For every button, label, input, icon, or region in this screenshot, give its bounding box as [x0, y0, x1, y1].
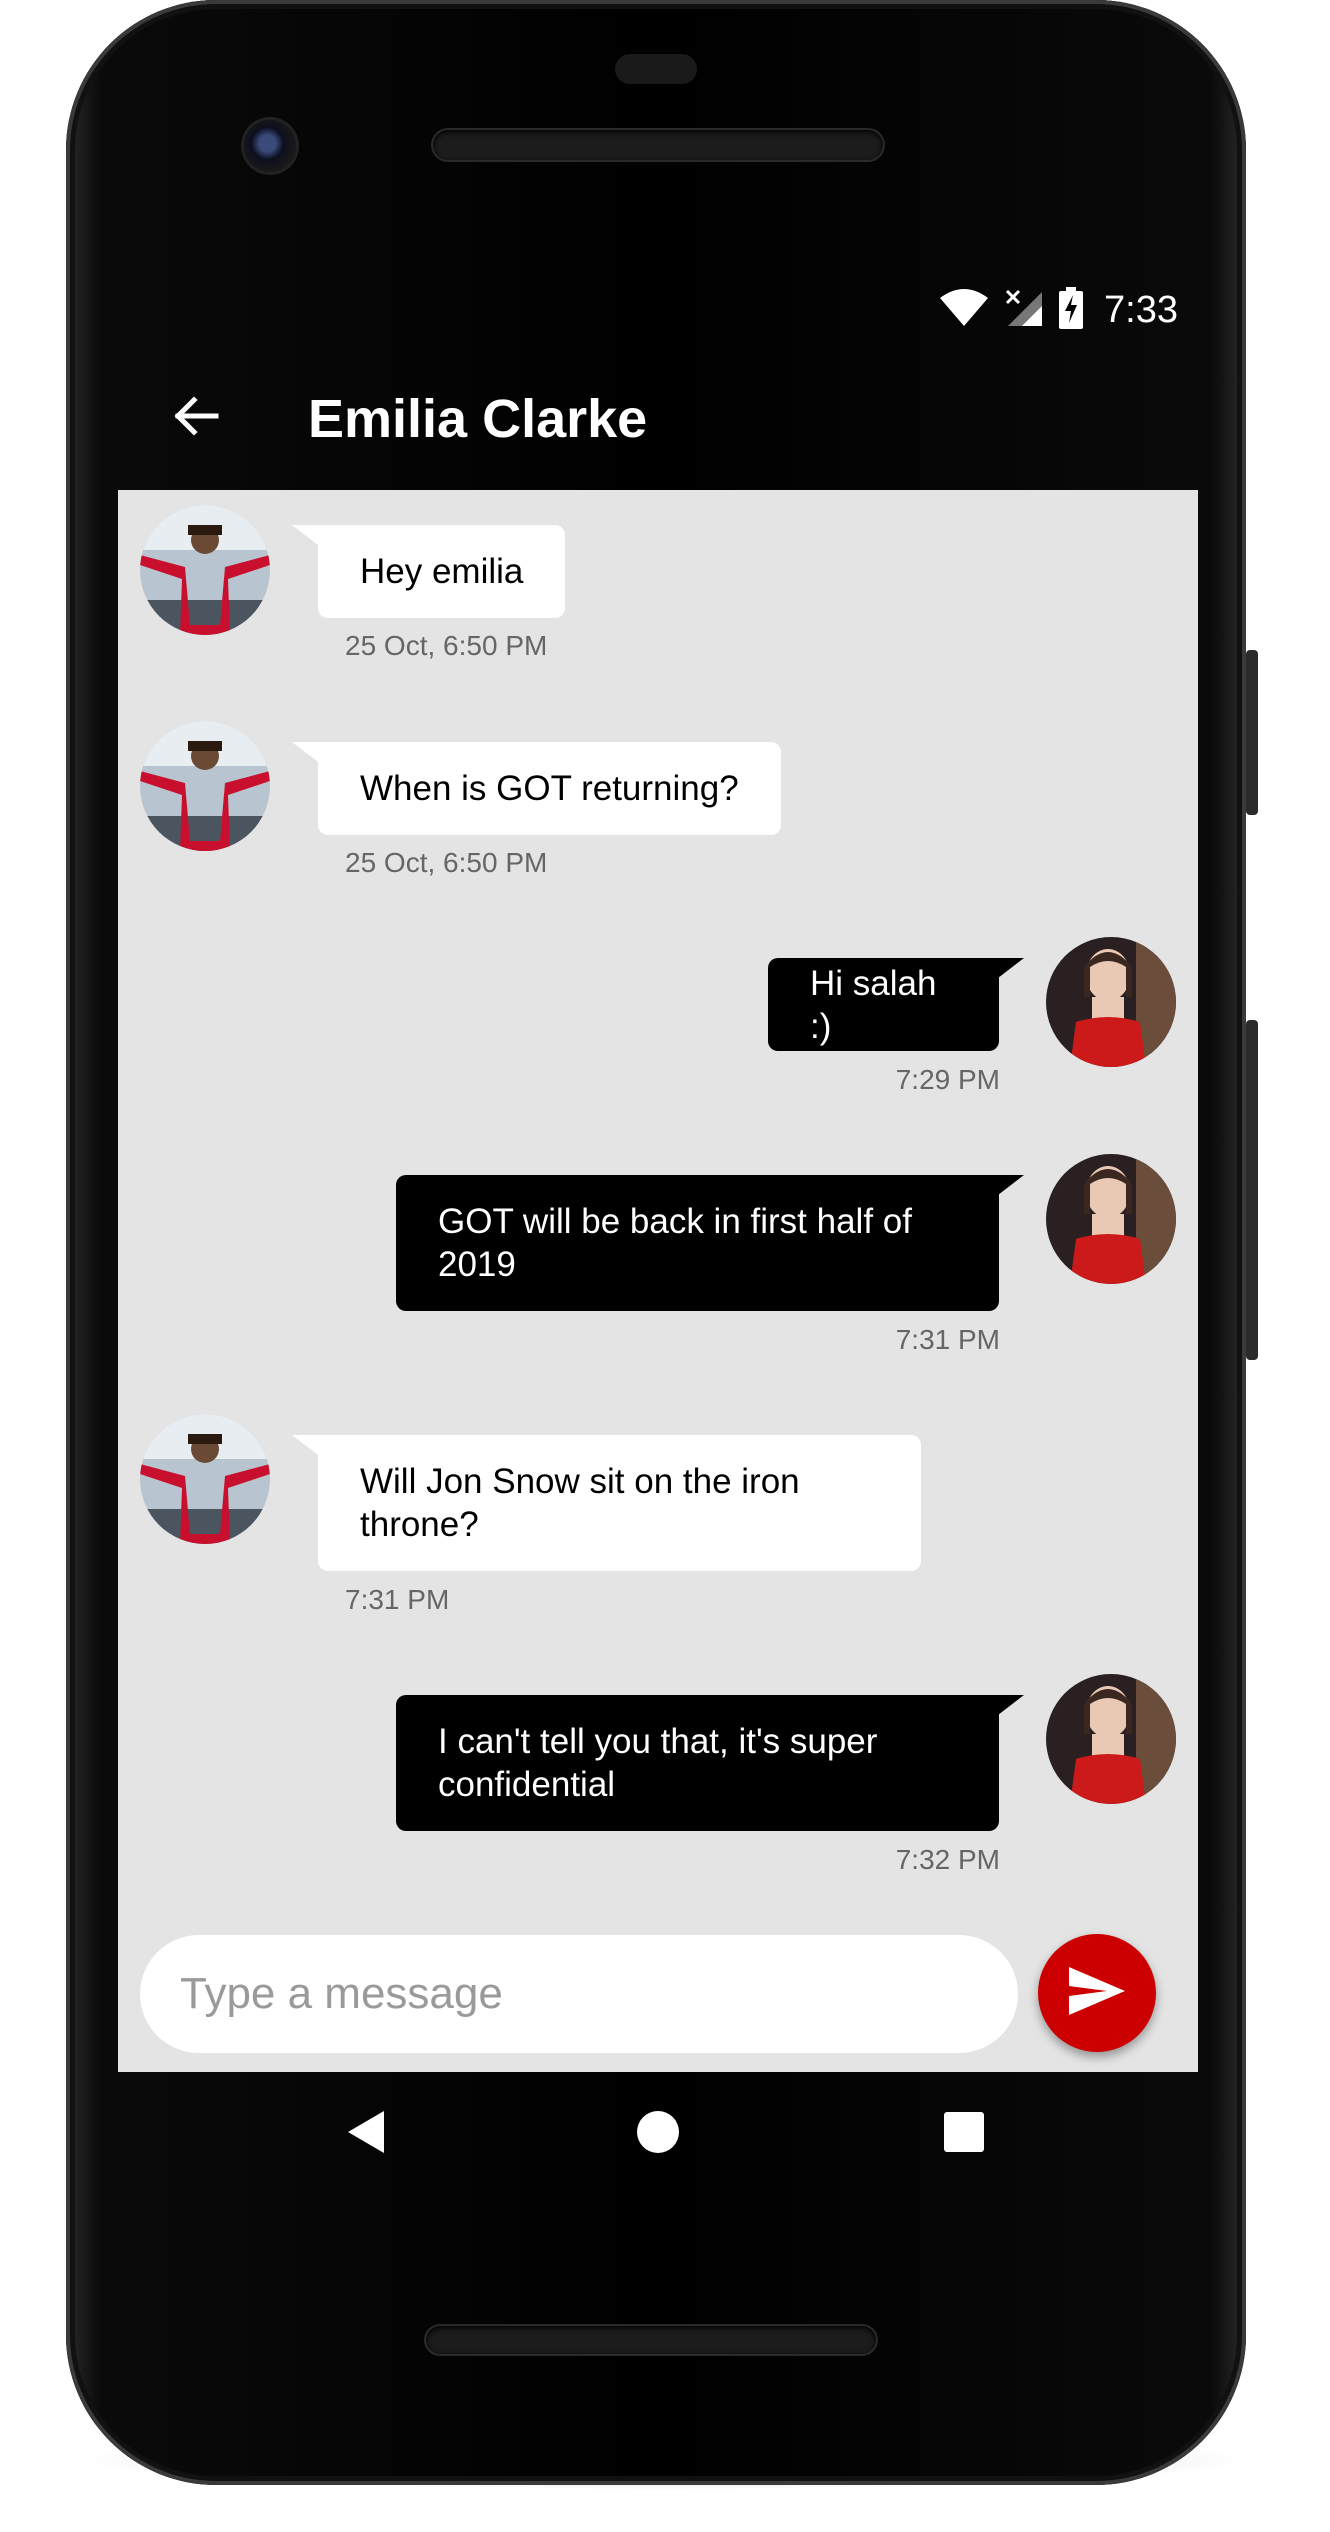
power-button [1246, 650, 1258, 815]
salah-avatar[interactable] [140, 505, 270, 635]
bubble-tail [292, 525, 318, 545]
arrow-back-icon [172, 392, 220, 445]
message-text: GOT will be back in first half of 2019 [438, 1202, 912, 1284]
volume-button [1246, 1020, 1258, 1360]
message-bubble-outgoing[interactable]: I can't tell you that, it's super confid… [396, 1695, 999, 1831]
status-time: 7:33 [1104, 288, 1178, 331]
emilia-avatar[interactable] [1046, 1154, 1176, 1284]
status-icons: 7:33 [938, 280, 1178, 340]
message-timestamp: 25 Oct, 6:50 PM [345, 847, 548, 878]
bubble-tail [292, 742, 318, 762]
salah-avatar[interactable] [140, 1414, 270, 1544]
message-timestamp: 7:31 PM [345, 1584, 450, 1615]
nav-back-icon [344, 2109, 388, 2160]
navigation-bar [118, 2072, 1198, 2202]
back-button[interactable] [166, 388, 226, 448]
message-text: I can't tell you that, it's super confid… [438, 1722, 878, 1804]
cellular-no-signal-icon [1004, 288, 1044, 333]
message-bubble-incoming[interactable]: Hey emilia [318, 525, 566, 618]
message-timestamp: 7:29 PM [895, 1064, 1000, 1095]
nav-home-icon [636, 2110, 680, 2159]
message-bubble-outgoing[interactable]: GOT will be back in first half of 2019 [396, 1175, 999, 1311]
nav-home-button[interactable] [618, 2094, 698, 2174]
message-text: Hi salah :) [810, 963, 937, 1046]
bubble-tail [998, 1175, 1024, 1195]
salah-avatar[interactable] [140, 721, 270, 851]
app-bar: Emilia Clarke [118, 360, 1198, 475]
message-bubble-outgoing[interactable]: Hi salah :) [768, 958, 999, 1051]
message-text: When is GOT returning? [360, 769, 739, 808]
emilia-avatar[interactable] [1046, 937, 1176, 1067]
wifi-icon [938, 288, 990, 333]
message-timestamp: 7:32 PM [895, 1844, 1000, 1875]
bubble-tail [292, 1435, 318, 1455]
message-text: Will Jon Snow sit on the iron throne? [360, 1462, 800, 1544]
bottom-speaker [426, 2326, 876, 2354]
message-input[interactable] [140, 1935, 1018, 2053]
send-icon [1067, 1965, 1127, 2022]
chat-title: Emilia Clarke [308, 389, 648, 449]
message-text: Hey emilia [360, 552, 524, 591]
chat-area[interactable]: Hey emilia 25 Oct, 6:50 PM When is GOT r… [118, 490, 1198, 2072]
earpiece-speaker [433, 130, 883, 160]
nav-recents-icon [943, 2111, 985, 2158]
proximity-sensor [615, 54, 697, 84]
nav-recents-button[interactable] [924, 2094, 1004, 2174]
bubble-tail [998, 1695, 1024, 1715]
status-bar: 7:33 [118, 280, 1198, 340]
battery-charging-icon [1058, 286, 1084, 334]
message-bubble-incoming[interactable]: When is GOT returning? [318, 742, 781, 835]
message-bubble-incoming[interactable]: Will Jon Snow sit on the iron throne? [318, 1435, 921, 1571]
front-camera [244, 120, 296, 172]
message-timestamp: 25 Oct, 6:50 PM [345, 630, 548, 661]
send-button[interactable] [1038, 1934, 1156, 2052]
bubble-tail [998, 958, 1024, 978]
emilia-avatar[interactable] [1046, 1674, 1176, 1804]
nav-back-button[interactable] [326, 2094, 406, 2174]
message-timestamp: 7:31 PM [895, 1324, 1000, 1355]
